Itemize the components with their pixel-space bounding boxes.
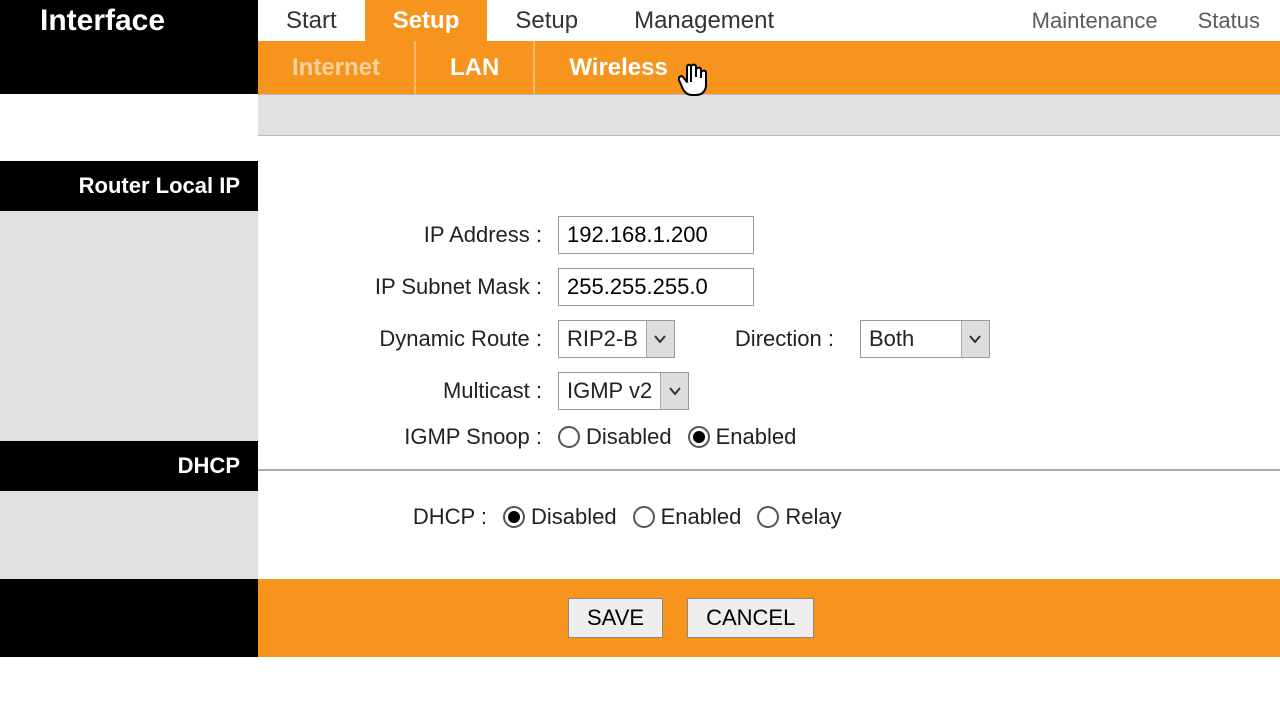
tab-setup-second[interactable]: Setup	[487, 0, 606, 41]
footer-blank	[0, 579, 258, 657]
dynamic-route-select[interactable]: RIP2-B	[558, 320, 675, 358]
chevron-down-icon	[961, 321, 989, 357]
igmp-snoop-disabled-label: Disabled	[586, 424, 672, 450]
section-dhcp: DHCP	[0, 441, 258, 491]
tab-start[interactable]: Start	[258, 0, 365, 41]
gray-separator	[0, 94, 1280, 136]
label-igmp-snoop: IGMP Snoop :	[278, 424, 558, 450]
subtab-internet[interactable]: Internet	[258, 41, 416, 94]
dhcp-disabled-label: Disabled	[531, 504, 617, 530]
direction-value: Both	[869, 326, 914, 352]
label-dhcp: DHCP :	[278, 504, 503, 530]
chevron-down-icon	[646, 321, 674, 357]
footer-bar: SAVE CANCEL	[258, 579, 1280, 657]
section-router-local-ip: Router Local IP	[0, 161, 258, 211]
direction-select[interactable]: Both	[860, 320, 990, 358]
igmp-snoop-enabled-radio[interactable]	[688, 426, 710, 448]
subtab-lan[interactable]: LAN	[416, 41, 535, 94]
dhcp-enabled-radio[interactable]	[633, 506, 655, 528]
dhcp-relay-label: Relay	[785, 504, 841, 530]
label-subnet: IP Subnet Mask :	[278, 274, 558, 300]
dynamic-route-value: RIP2-B	[567, 326, 638, 352]
tab-status[interactable]: Status	[1178, 0, 1280, 41]
tab-setup-active[interactable]: Setup	[365, 0, 488, 41]
form-area: IP Address : IP Subnet Mask : Dynamic Ro…	[258, 161, 1280, 579]
label-dynamic-route: Dynamic Route :	[278, 326, 558, 352]
dhcp-disabled-radio[interactable]	[503, 506, 525, 528]
save-button[interactable]: SAVE	[568, 598, 663, 638]
sidebar: Router Local IP DHCP	[0, 161, 258, 579]
top-tabs: Start Setup Setup Management Maintenance…	[258, 0, 1280, 41]
subnet-input[interactable]	[558, 268, 754, 306]
igmp-snoop-enabled-label: Enabled	[716, 424, 797, 450]
igmp-snoop-disabled-radio[interactable]	[558, 426, 580, 448]
tab-management[interactable]: Management	[606, 0, 802, 41]
cancel-button[interactable]: CANCEL	[687, 598, 814, 638]
sub-tabs: Internet LAN Wireless	[258, 41, 1280, 94]
multicast-select[interactable]: IGMP v2	[558, 372, 689, 410]
subtab-wireless[interactable]: Wireless	[535, 41, 702, 94]
label-ip-address: IP Address :	[278, 222, 558, 248]
label-direction: Direction :	[735, 326, 850, 352]
brand-title: Interface	[0, 0, 258, 41]
dhcp-relay-radio[interactable]	[757, 506, 779, 528]
dhcp-enabled-label: Enabled	[661, 504, 742, 530]
chevron-down-icon	[660, 373, 688, 409]
multicast-value: IGMP v2	[567, 378, 652, 404]
label-multicast: Multicast :	[278, 378, 558, 404]
tab-maintenance[interactable]: Maintenance	[1012, 0, 1178, 41]
ip-address-input[interactable]	[558, 216, 754, 254]
brand-blank	[0, 41, 258, 94]
